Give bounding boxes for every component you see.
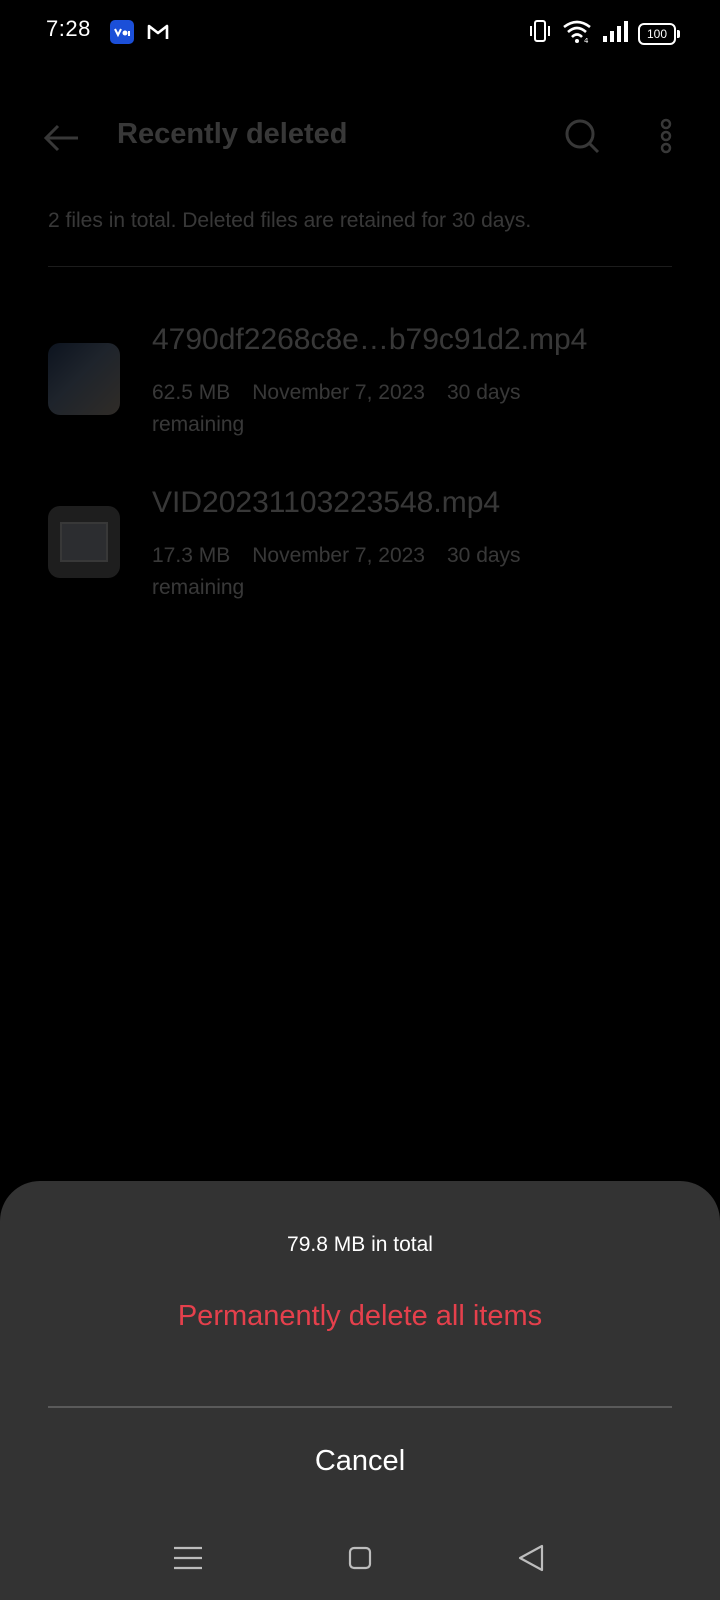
file-meta: 62.5 MB November 7, 2023 30 days remaining	[152, 377, 592, 441]
nav-back-button[interactable]	[508, 1534, 556, 1582]
cancel-button[interactable]: Cancel	[48, 1412, 672, 1510]
arrow-left-icon	[43, 124, 78, 152]
navigation-bar	[0, 1520, 720, 1600]
status-time: 7:28	[46, 16, 91, 41]
battery-tip	[677, 29, 680, 38]
more-vertical-icon	[660, 118, 672, 154]
home-button[interactable]	[336, 1534, 384, 1582]
recent-apps-button[interactable]	[164, 1534, 212, 1582]
status-icons: 4 100	[528, 18, 680, 49]
file-remaining: 30 days	[447, 381, 521, 404]
total-size-label: 79.8 MB in total	[287, 1233, 433, 1256]
video-thumbnail	[48, 343, 120, 415]
battery-level: 100	[638, 22, 676, 45]
svg-text:4: 4	[584, 37, 589, 44]
file-date: November 7, 2023	[252, 544, 425, 567]
vibrate-icon	[528, 18, 552, 49]
back-button[interactable]	[40, 116, 84, 160]
battery-icon: 100	[638, 22, 680, 45]
gmail-icon	[146, 20, 170, 44]
signal-icon	[602, 19, 628, 48]
file-list-item[interactable]: VID20231103223548.mp4 17.3 MB November 7,…	[0, 482, 720, 622]
file-meta: 17.3 MB November 7, 2023 30 days remaining	[152, 540, 592, 604]
file-remaining-suffix: remaining	[152, 576, 245, 599]
file-size: 17.3 MB	[152, 544, 231, 567]
file-remaining: 30 days	[447, 544, 521, 567]
file-remaining-suffix: remaining	[152, 413, 245, 436]
back-triangle-icon	[518, 1544, 544, 1572]
home-icon	[348, 1546, 372, 1570]
file-date: November 7, 2023	[252, 381, 425, 404]
file-name: VID20231103223548.mp4	[152, 486, 501, 519]
video-thumbnail	[48, 506, 120, 578]
sheet-divider	[48, 1406, 672, 1408]
file-size: 62.5 MB	[152, 381, 231, 404]
search-button[interactable]	[560, 114, 604, 158]
page-title: Recently deleted	[117, 118, 348, 150]
wifi-icon: 4	[562, 18, 592, 49]
notification-app-icon	[110, 20, 134, 44]
permanently-delete-all-button[interactable]: Permanently delete all items	[48, 1279, 672, 1353]
divider	[48, 266, 672, 267]
file-list-item[interactable]: 4790df2268c8e…b79c91d2.mp4 62.5 MB Novemb…	[0, 319, 720, 459]
app-bar: Recently deleted	[0, 104, 720, 168]
menu-icon	[174, 1546, 202, 1570]
file-name: 4790df2268c8e…b79c91d2.mp4	[152, 323, 588, 356]
retention-info: 2 files in total. Deleted files are reta…	[48, 209, 532, 232]
status-bar: 7:28 4 100	[0, 0, 720, 64]
search-icon	[565, 119, 600, 154]
more-options-button[interactable]	[648, 114, 684, 158]
